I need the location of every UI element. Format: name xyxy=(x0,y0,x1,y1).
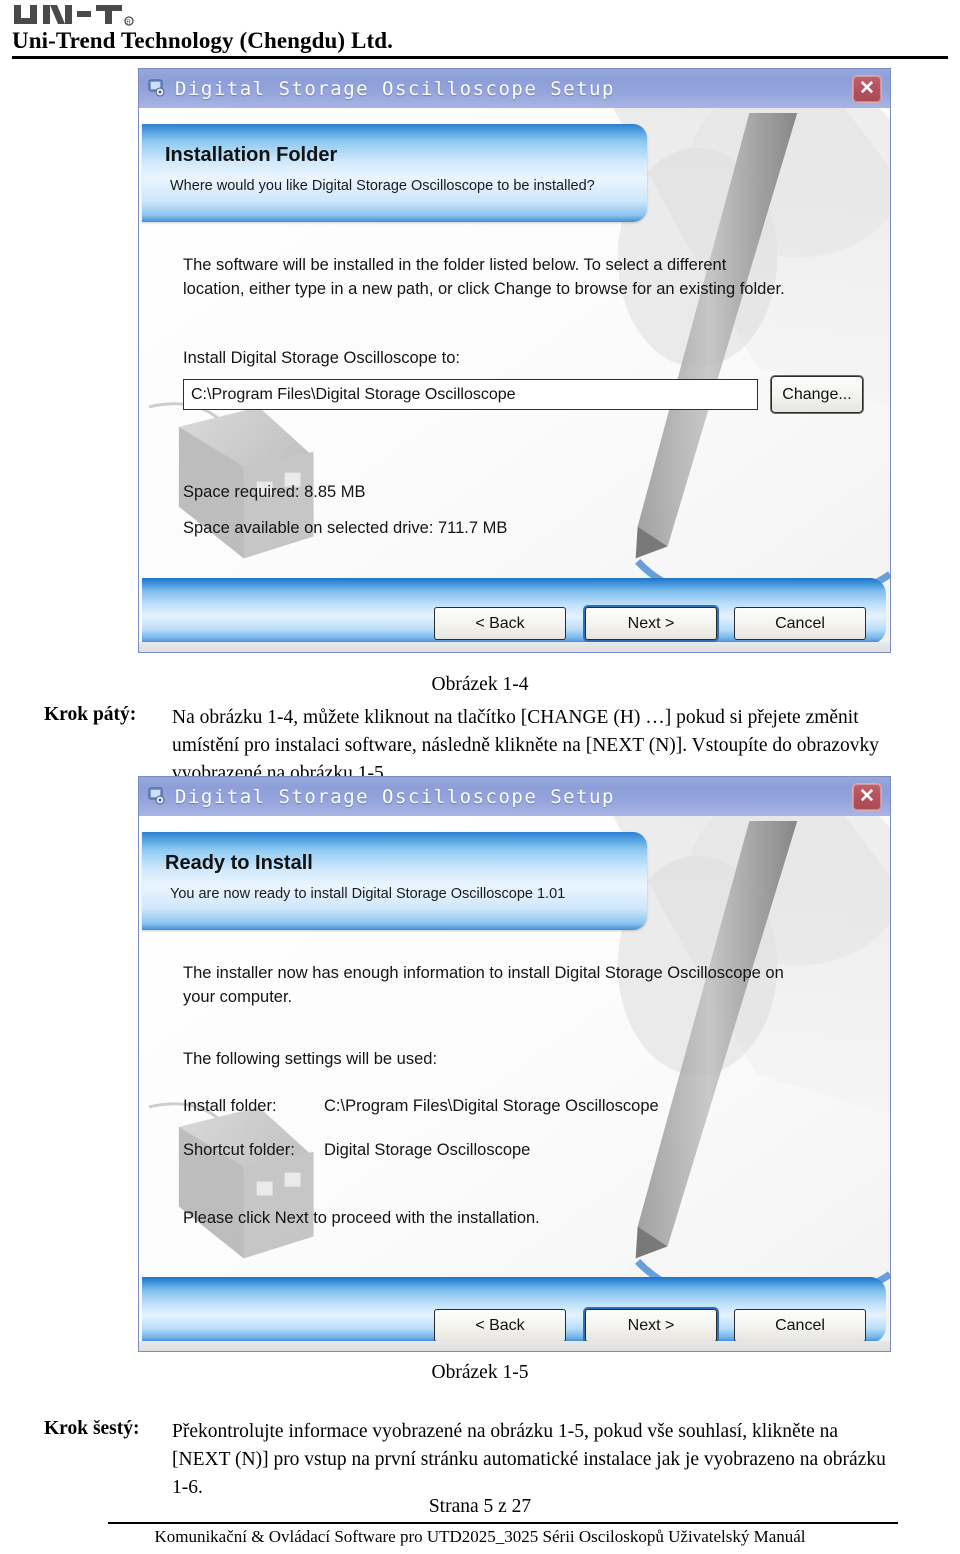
shortcut-folder-label: Shortcut folder: xyxy=(183,1141,295,1159)
proceed-note-text: Please click Next to proceed with the in… xyxy=(183,1209,540,1227)
install-path-label: Install Digital Storage Oscilloscope to: xyxy=(183,349,460,367)
step-five-line1: Na obrázku 1-4, můžete kliknout na tlačí… xyxy=(172,707,859,728)
settings-intro-text: The following settings will be used: xyxy=(183,1050,438,1068)
company-name: Uni-Trend Technology (Chengdu) Ltd. xyxy=(12,28,393,53)
step-six-line1: Překontrolujte informace vyobrazené na o… xyxy=(172,1421,839,1442)
step-six-label: Krok šestý: xyxy=(44,1418,140,1439)
cancel-button[interactable]: Cancel xyxy=(734,607,866,640)
dialog1-title: Digital Storage Oscilloscope Setup xyxy=(175,77,615,100)
dialog1-banner: Installation Folder Where would you like… xyxy=(142,124,647,222)
close-glyph: ✕ xyxy=(859,77,875,99)
space-available-text: Space available on selected drive: 711.7… xyxy=(183,519,508,537)
svg-text:R: R xyxy=(126,20,131,26)
dialog1-titlebar: Digital Storage Oscilloscope Setup ✕ xyxy=(139,69,890,108)
install-path-input[interactable]: C:\Program Files\Digital Storage Oscillo… xyxy=(183,379,758,410)
figure-caption-1-5: Obrázek 1-5 xyxy=(431,1362,529,1383)
change-button[interactable]: Change... xyxy=(771,376,863,413)
close-icon[interactable]: ✕ xyxy=(852,783,882,811)
back-button-label: < Back xyxy=(475,1316,525,1334)
step-six-line2: [NEXT (N)] pro vstup na první stránku au… xyxy=(172,1449,886,1470)
footer-divider xyxy=(108,1522,898,1524)
step-five-label: Krok pátý: xyxy=(44,704,137,725)
dialog2-titlebar: Digital Storage Oscilloscope Setup ✕ xyxy=(139,777,890,816)
install-folder-value: C:\Program Files\Digital Storage Oscillo… xyxy=(324,1097,659,1115)
next-button-label: Next > xyxy=(627,1316,675,1334)
dialog2-banner-title: Ready to Install xyxy=(165,852,313,874)
close-glyph: ✕ xyxy=(859,785,875,807)
dialog2-description-line1: The installer now has enough information… xyxy=(183,964,784,982)
close-icon[interactable]: ✕ xyxy=(852,75,882,103)
dialog2-description-line2: your computer. xyxy=(183,988,293,1006)
dialog1-description-line2: location, either type in a new path, or … xyxy=(183,280,785,298)
oscilloscope-setup-icon xyxy=(147,785,169,807)
next-button[interactable]: Next > xyxy=(585,607,717,640)
cancel-button-label: Cancel xyxy=(775,614,825,632)
document-footer: Komunikační & Ovládací Software pro UTD2… xyxy=(154,1527,806,1546)
step-five-line2: umístění pro instalaci software, následn… xyxy=(172,735,880,756)
dialog2-banner-subtitle: You are now ready to install Digital Sto… xyxy=(170,886,566,902)
dialog1-banner-title: Installation Folder xyxy=(165,144,338,166)
header-divider xyxy=(12,56,948,59)
step-six-text: Překontrolujte informace vyobrazené na o… xyxy=(172,1418,938,1502)
shortcut-folder-value: Digital Storage Oscilloscope xyxy=(324,1141,531,1159)
figure-caption-1-4: Obrázek 1-4 xyxy=(431,674,529,695)
back-button[interactable]: < Back xyxy=(434,607,566,640)
space-required-text: Space required: 8.85 MB xyxy=(183,483,366,501)
install-folder-label: Install folder: xyxy=(183,1097,277,1115)
page-number: Strana 5 z 27 xyxy=(428,1496,532,1517)
oscilloscope-setup-icon xyxy=(147,77,169,99)
ready-to-install-dialog: Digital Storage Oscilloscope Setup ✕ Rea… xyxy=(138,776,891,1352)
dialog1-banner-subtitle: Where would you like Digital Storage Osc… xyxy=(170,178,595,194)
back-button[interactable]: < Back xyxy=(434,1309,566,1342)
dialog2-banner: Ready to Install You are now ready to in… xyxy=(142,832,647,930)
dialog2-body: Ready to Install You are now ready to in… xyxy=(139,816,890,1351)
dialog2-footer-strip xyxy=(139,1341,890,1351)
back-button-label: < Back xyxy=(475,614,525,632)
dialog1-body: Installation Folder Where would you like… xyxy=(139,108,890,652)
cancel-button-label: Cancel xyxy=(775,1316,825,1334)
next-button-label: Next > xyxy=(627,614,675,632)
change-button-label: Change... xyxy=(782,385,852,403)
installation-folder-dialog: Digital Storage Oscilloscope Setup ✕ Ins… xyxy=(138,68,891,653)
dialog2-title: Digital Storage Oscilloscope Setup xyxy=(175,785,615,808)
install-path-value: C:\Program Files\Digital Storage Oscillo… xyxy=(191,385,516,403)
next-button[interactable]: Next > xyxy=(585,1309,717,1342)
dialog1-description-line1: The software will be installed in the fo… xyxy=(183,256,727,274)
cancel-button[interactable]: Cancel xyxy=(734,1309,866,1342)
dialog1-footer-strip xyxy=(139,642,890,652)
